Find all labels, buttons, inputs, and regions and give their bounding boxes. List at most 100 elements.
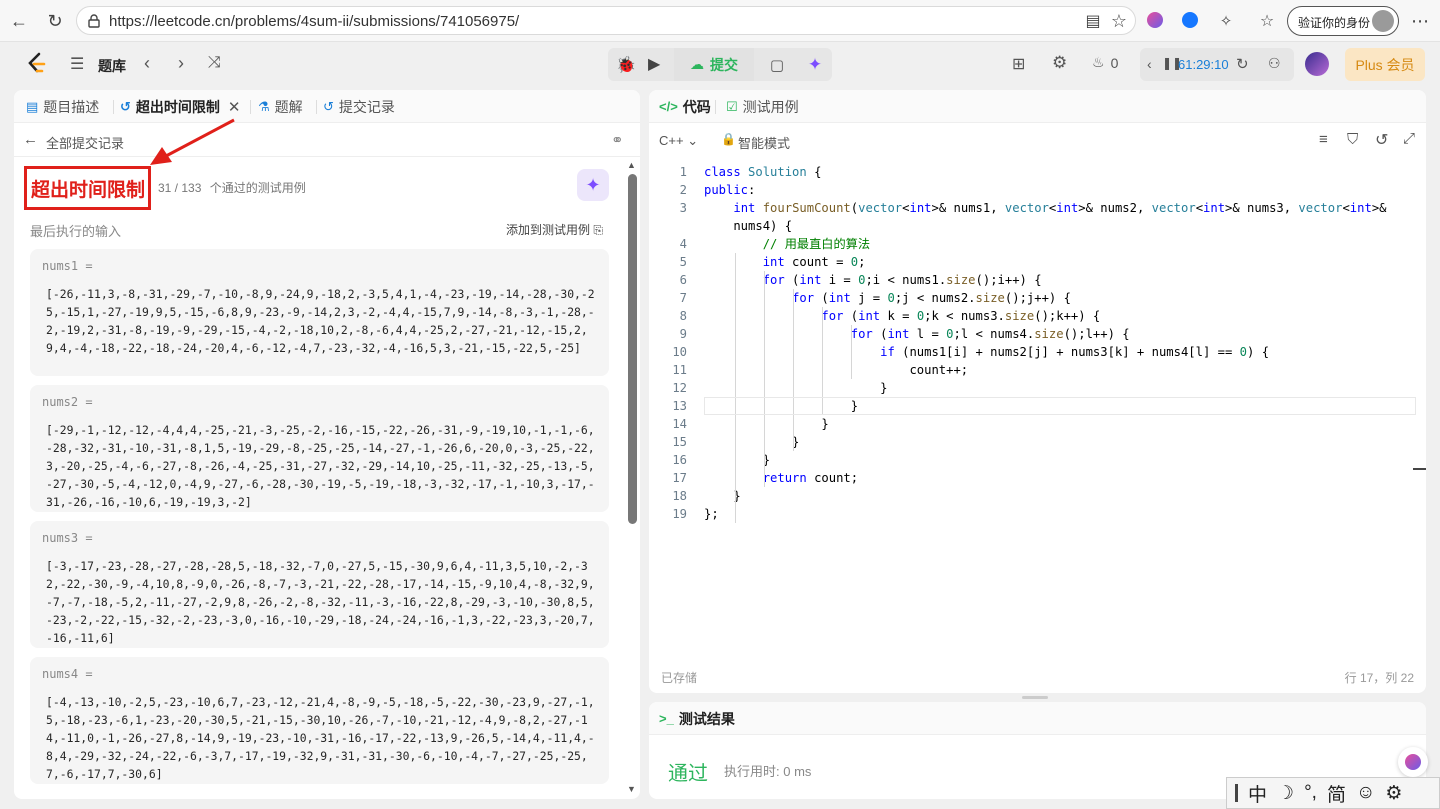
favorite-star-icon[interactable]: ☆ — [1106, 8, 1132, 34]
line-number: 14 — [672, 417, 687, 431]
line-number: 8 — [679, 309, 687, 323]
streak-counter[interactable]: ♨ 0 — [1092, 54, 1118, 71]
site-info-icon[interactable] — [86, 13, 102, 29]
next-problem-icon[interactable]: › — [178, 53, 184, 74]
code-line[interactable]: 6 for (int i = 0;i < nums1.size();i++) { — [649, 271, 1426, 289]
ime-script[interactable]: 简 — [1327, 780, 1346, 807]
debug-icon[interactable]: 🐞 — [616, 55, 636, 75]
code-line[interactable]: 19}; — [649, 505, 1426, 523]
tab-submissions[interactable]: ↺ 提交记录 — [323, 90, 395, 123]
code-line[interactable]: 12 } — [649, 379, 1426, 397]
ime-handle[interactable] — [1235, 784, 1238, 802]
collapse-timer-icon[interactable]: ‹ — [1147, 56, 1152, 72]
settings-gear-icon[interactable]: ⚙ — [1052, 53, 1067, 73]
format-icon[interactable]: ≡ — [1319, 131, 1328, 148]
code-line[interactable]: 16 } — [649, 451, 1426, 469]
execution-time: 执行用时: 0 ms — [724, 764, 812, 779]
user-avatar[interactable] — [1305, 52, 1329, 76]
code-line[interactable]: 4 // 用最直白的算法 — [649, 235, 1426, 253]
layout-icon[interactable]: ⊞ — [1012, 54, 1025, 74]
moon-icon[interactable]: ☽ — [1277, 782, 1294, 805]
scroll-up-icon[interactable]: ▲ — [627, 160, 636, 170]
problem-list-link[interactable]: 题库 — [98, 56, 126, 76]
tab-code[interactable]: </> 代码 — [659, 90, 711, 123]
ime-mode[interactable]: 中 — [1248, 780, 1267, 807]
code-line[interactable]: 10 if (nums1[i] + nums2[j] + nums3[k] + … — [649, 343, 1426, 361]
tab-description[interactable]: ▤ 题目描述 — [26, 90, 99, 123]
code-line[interactable]: 11 count++; — [649, 361, 1426, 379]
add-to-testcase-link[interactable]: 添加到测试用例 ⎘ — [506, 221, 603, 238]
mode-select[interactable]: 智能模式 — [738, 133, 790, 152]
code-line[interactable]: 1 class Solution { — [649, 163, 1426, 181]
submit-label: 提交 — [710, 56, 738, 73]
puzzle-icon[interactable]: ✧ — [1213, 8, 1239, 34]
ime-punctuation[interactable]: °, — [1304, 782, 1317, 804]
close-icon[interactable]: ✕ — [228, 98, 241, 116]
line-number: 1 — [679, 165, 687, 179]
leetcode-logo-icon[interactable] — [25, 52, 47, 76]
code-line[interactable]: 2 public: — [649, 181, 1426, 199]
prev-problem-icon[interactable]: ‹ — [144, 53, 150, 74]
copilot-float-button[interactable] — [1398, 747, 1428, 777]
refresh-icon[interactable]: ↻ — [42, 8, 68, 34]
code-text: for (int l = 0;l < nums4.size();l++) { — [850, 327, 1130, 341]
extension-icon[interactable] — [1182, 12, 1198, 28]
code-line[interactable]: 15 } — [649, 433, 1426, 451]
emoji-icon[interactable]: ☺ — [1356, 782, 1375, 804]
code-line[interactable]: nums4) { — [649, 217, 1426, 235]
left-scrollbar[interactable] — [628, 174, 637, 524]
back-icon[interactable]: ← — [6, 8, 32, 34]
tab-result[interactable]: ↺ 超出时间限制 ✕ — [120, 90, 240, 123]
ime-toolbar: 中 ☽ °, 简 ☺ ⚙ — [1226, 777, 1440, 809]
code-line[interactable]: 7 for (int j = 0;j < nums2.size();j++) { — [649, 289, 1426, 307]
reset-code-icon[interactable]: ↺ — [1375, 130, 1388, 150]
plus-member-button[interactable]: Plus 会员 — [1345, 48, 1425, 81]
code-line[interactable]: 3 int fourSumCount(vector<int>& nums1, v… — [649, 199, 1426, 217]
scroll-down-icon[interactable]: ▼ — [627, 784, 636, 794]
line-number: 2 — [679, 183, 687, 197]
resize-handle[interactable] — [1022, 696, 1048, 699]
language-select[interactable]: C++ ⌄ — [659, 133, 698, 149]
more-icon[interactable]: ⋯ — [1407, 8, 1433, 34]
line-number: 19 — [672, 507, 687, 521]
note-icon[interactable]: ▢ — [762, 48, 792, 81]
code-line[interactable]: 8 for (int k = 0;k < nums3.size();k++) { — [649, 307, 1426, 325]
line-number: 13 — [672, 399, 687, 413]
fullscreen-icon[interactable]: ⤢ — [1403, 130, 1415, 147]
code-line[interactable]: 17 return count; — [649, 469, 1426, 487]
indent-guide — [851, 325, 852, 379]
back-arrow-icon[interactable]: ← — [23, 131, 38, 148]
tab-test-result[interactable]: >_ 测试结果 — [659, 702, 735, 735]
code-line[interactable]: 18 } — [649, 487, 1426, 505]
tab-testcases[interactable]: ☑ 测试用例 — [726, 90, 799, 123]
reset-timer-icon[interactable]: ↻ — [1236, 55, 1249, 73]
tab-solutions[interactable]: ⚗ 题解 — [258, 90, 303, 123]
add-friend-icon[interactable]: ⚇ — [1268, 55, 1281, 72]
chevron-down-icon: ⌄ — [687, 133, 699, 148]
code-line[interactable]: 9 for (int l = 0;l < nums4.size();l++) { — [649, 325, 1426, 343]
ai-sparkle-icon[interactable]: ✦ — [800, 48, 830, 81]
collections-icon[interactable]: ☆ — [1254, 8, 1280, 34]
code-line[interactable]: 5 int count = 0; — [649, 253, 1426, 271]
copilot-icon[interactable] — [1147, 12, 1163, 28]
submit-button[interactable]: ☁ 提交 — [674, 48, 754, 81]
code-text: public: — [704, 183, 756, 197]
line-number: 6 — [679, 273, 687, 287]
run-icon[interactable]: ▶ — [648, 54, 660, 74]
list-icon[interactable]: ☰ — [70, 54, 84, 74]
ime-settings-icon[interactable]: ⚙ — [1385, 782, 1402, 805]
code-line[interactable]: 14 } — [649, 415, 1426, 433]
add-file-icon: ⎘ — [593, 223, 603, 237]
all-submissions-link[interactable]: 全部提交记录 — [46, 133, 124, 152]
line-number: 9 — [679, 327, 687, 341]
profile-button[interactable]: 验证你的身份 — [1287, 6, 1399, 36]
ai-analysis-button[interactable]: ✦ — [577, 169, 609, 201]
address-bar[interactable]: https://leetcode.cn/problems/4sum-ii/sub… — [76, 6, 1136, 35]
input-name: nums4 = — [42, 667, 93, 681]
bookmark-icon[interactable]: ⛉ — [1347, 131, 1358, 148]
share-link-icon[interactable]: ⚭ — [611, 131, 624, 149]
tab-divider — [113, 100, 114, 114]
reader-icon[interactable]: ▤ — [1080, 8, 1106, 34]
shuffle-icon[interactable]: ⤨ — [208, 54, 221, 72]
line-number: 5 — [679, 255, 687, 269]
